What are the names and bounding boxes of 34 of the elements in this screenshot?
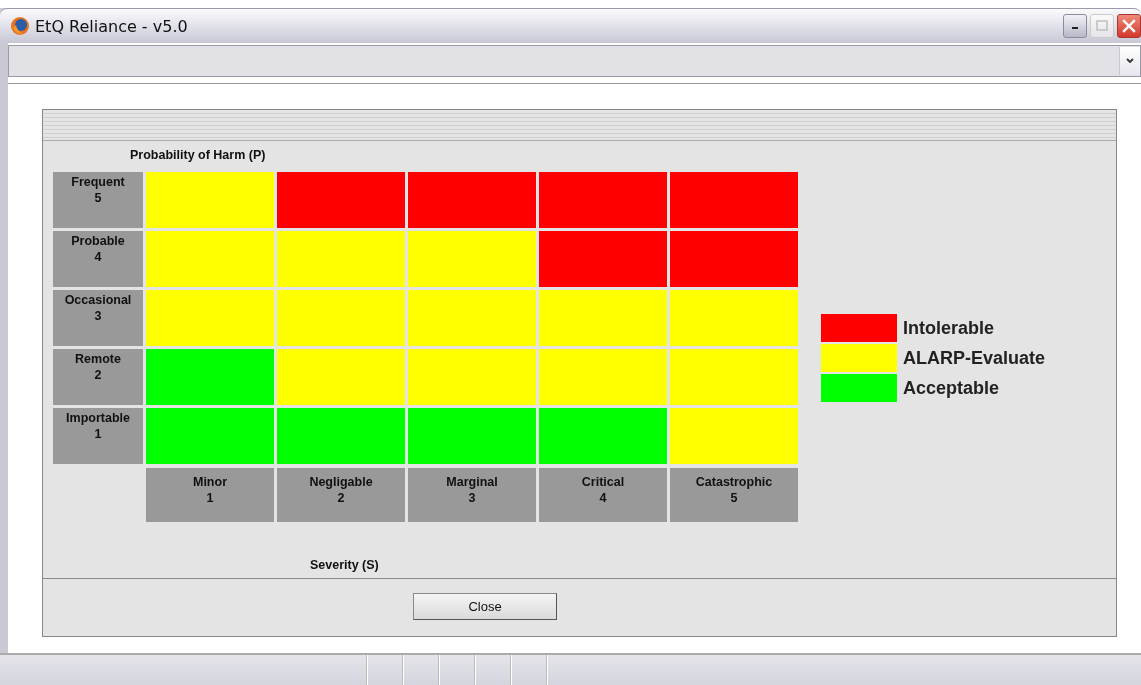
axis-title: Probability of Harm (P) xyxy=(130,147,266,164)
header-label: Remote xyxy=(75,351,121,367)
header-label: Probable xyxy=(71,233,125,249)
globe-icon xyxy=(10,16,30,36)
dropdown-button[interactable] xyxy=(1119,47,1140,75)
header-number: 2 xyxy=(337,490,345,506)
header-number: 5 xyxy=(94,190,102,206)
legend-label: Intolerable xyxy=(903,317,995,339)
header-label: Critical xyxy=(581,474,625,490)
header-label: Frequent xyxy=(71,174,125,190)
close-icon xyxy=(1122,19,1136,33)
close-button[interactable]: Close xyxy=(413,593,557,620)
legend-label: Acceptable xyxy=(903,377,1000,399)
header-label: Importable xyxy=(66,410,130,426)
header-number: 3 xyxy=(94,308,102,324)
header-label: Catastrophic xyxy=(695,474,773,490)
header-label: Minor xyxy=(193,474,227,490)
header-label: Negligable xyxy=(309,474,373,490)
header-label: Marginal xyxy=(446,474,498,490)
legend-label: ALARP-Evaluate xyxy=(903,347,1046,369)
header-number: 5 xyxy=(730,490,738,506)
axis-title: Severity (S) xyxy=(310,558,379,572)
header-number: 4 xyxy=(94,249,102,265)
header-number: 3 xyxy=(468,490,476,506)
minimize-button[interactable] xyxy=(1063,14,1087,38)
chevron-down-icon xyxy=(1125,56,1135,66)
maximize-icon xyxy=(1096,20,1108,32)
header-label: Occasional xyxy=(64,292,132,308)
header-number: 1 xyxy=(206,490,214,506)
close-window-button[interactable] xyxy=(1117,14,1141,38)
header-number: 1 xyxy=(94,426,102,442)
header-number: 2 xyxy=(94,367,102,383)
header-number: 4 xyxy=(599,490,607,506)
window-title: EtQ Reliance - v5.0 xyxy=(35,16,188,36)
